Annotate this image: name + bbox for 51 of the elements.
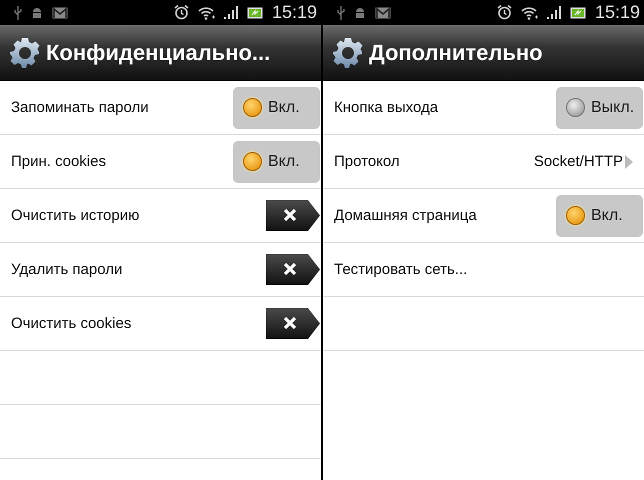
settings-row[interactable]: Запоминать пароли Вкл. — [0, 81, 321, 135]
settings-row[interactable]: Домашняя страница Вкл. — [323, 189, 644, 243]
setting-label: Очистить историю — [11, 207, 140, 224]
toggle-button[interactable]: Выкл. — [556, 86, 643, 128]
alarm-icon — [496, 5, 512, 20]
setting-label: Кнопка выхода — [334, 99, 440, 116]
setting-label: Очистить cookies — [11, 315, 132, 332]
toggle-button[interactable]: Вкл. — [233, 86, 320, 128]
android-icon — [31, 6, 43, 19]
settings-row[interactable]: Очистить cookies — [0, 297, 321, 351]
settings-row[interactable]: Тестировать сеть... — [323, 243, 644, 297]
screen-title: Дополнительно — [369, 40, 543, 66]
alarm-icon — [174, 5, 189, 20]
indicator-light-icon — [566, 206, 585, 225]
indicator-light-icon — [243, 152, 262, 171]
battery-icon — [246, 6, 263, 18]
mail-icon — [52, 6, 68, 18]
wifi-icon — [520, 6, 538, 20]
gear-icon — [332, 36, 364, 68]
clock-time: 15:19 — [272, 2, 317, 23]
screen-title: Конфиденциально... — [46, 40, 270, 66]
setting-label: Тестировать сеть... — [334, 261, 468, 278]
toggle-button[interactable]: Вкл. — [233, 140, 320, 182]
signal-icon — [224, 6, 238, 19]
setting-label: Прин. cookies — [11, 153, 107, 170]
android-icon — [354, 6, 366, 19]
setting-label: Домашняя страница — [334, 207, 478, 224]
battery-icon — [570, 6, 586, 18]
usb-icon — [337, 6, 345, 20]
signal-icon — [546, 6, 561, 19]
clear-button[interactable] — [266, 199, 321, 232]
clear-button[interactable] — [266, 307, 321, 340]
mail-icon — [375, 6, 391, 18]
clear-button[interactable] — [266, 253, 321, 286]
settings-row[interactable]: Очистить историю — [0, 189, 321, 243]
gear-icon — [9, 36, 41, 68]
settings-row[interactable]: Прин. cookies Вкл. — [0, 135, 321, 189]
indicator-light-icon — [566, 98, 585, 117]
indicator-light-icon — [243, 98, 262, 117]
setting-label: Протокол — [334, 153, 401, 170]
usb-icon — [14, 6, 22, 20]
wifi-icon — [198, 6, 215, 20]
chevron-right-icon — [625, 154, 633, 168]
setting-label: Запоминать пароли — [11, 99, 150, 116]
setting-value: Socket/HTTP — [534, 153, 623, 170]
clock-time: 15:19 — [594, 2, 640, 23]
toggle-button[interactable]: Вкл. — [556, 194, 643, 236]
setting-label: Удалить пароли — [11, 261, 124, 278]
settings-row[interactable]: Кнопка выхода Выкл. — [323, 81, 644, 135]
settings-row[interactable]: Удалить пароли — [0, 243, 321, 297]
settings-row[interactable]: Протокол Socket/HTTP — [323, 135, 644, 189]
